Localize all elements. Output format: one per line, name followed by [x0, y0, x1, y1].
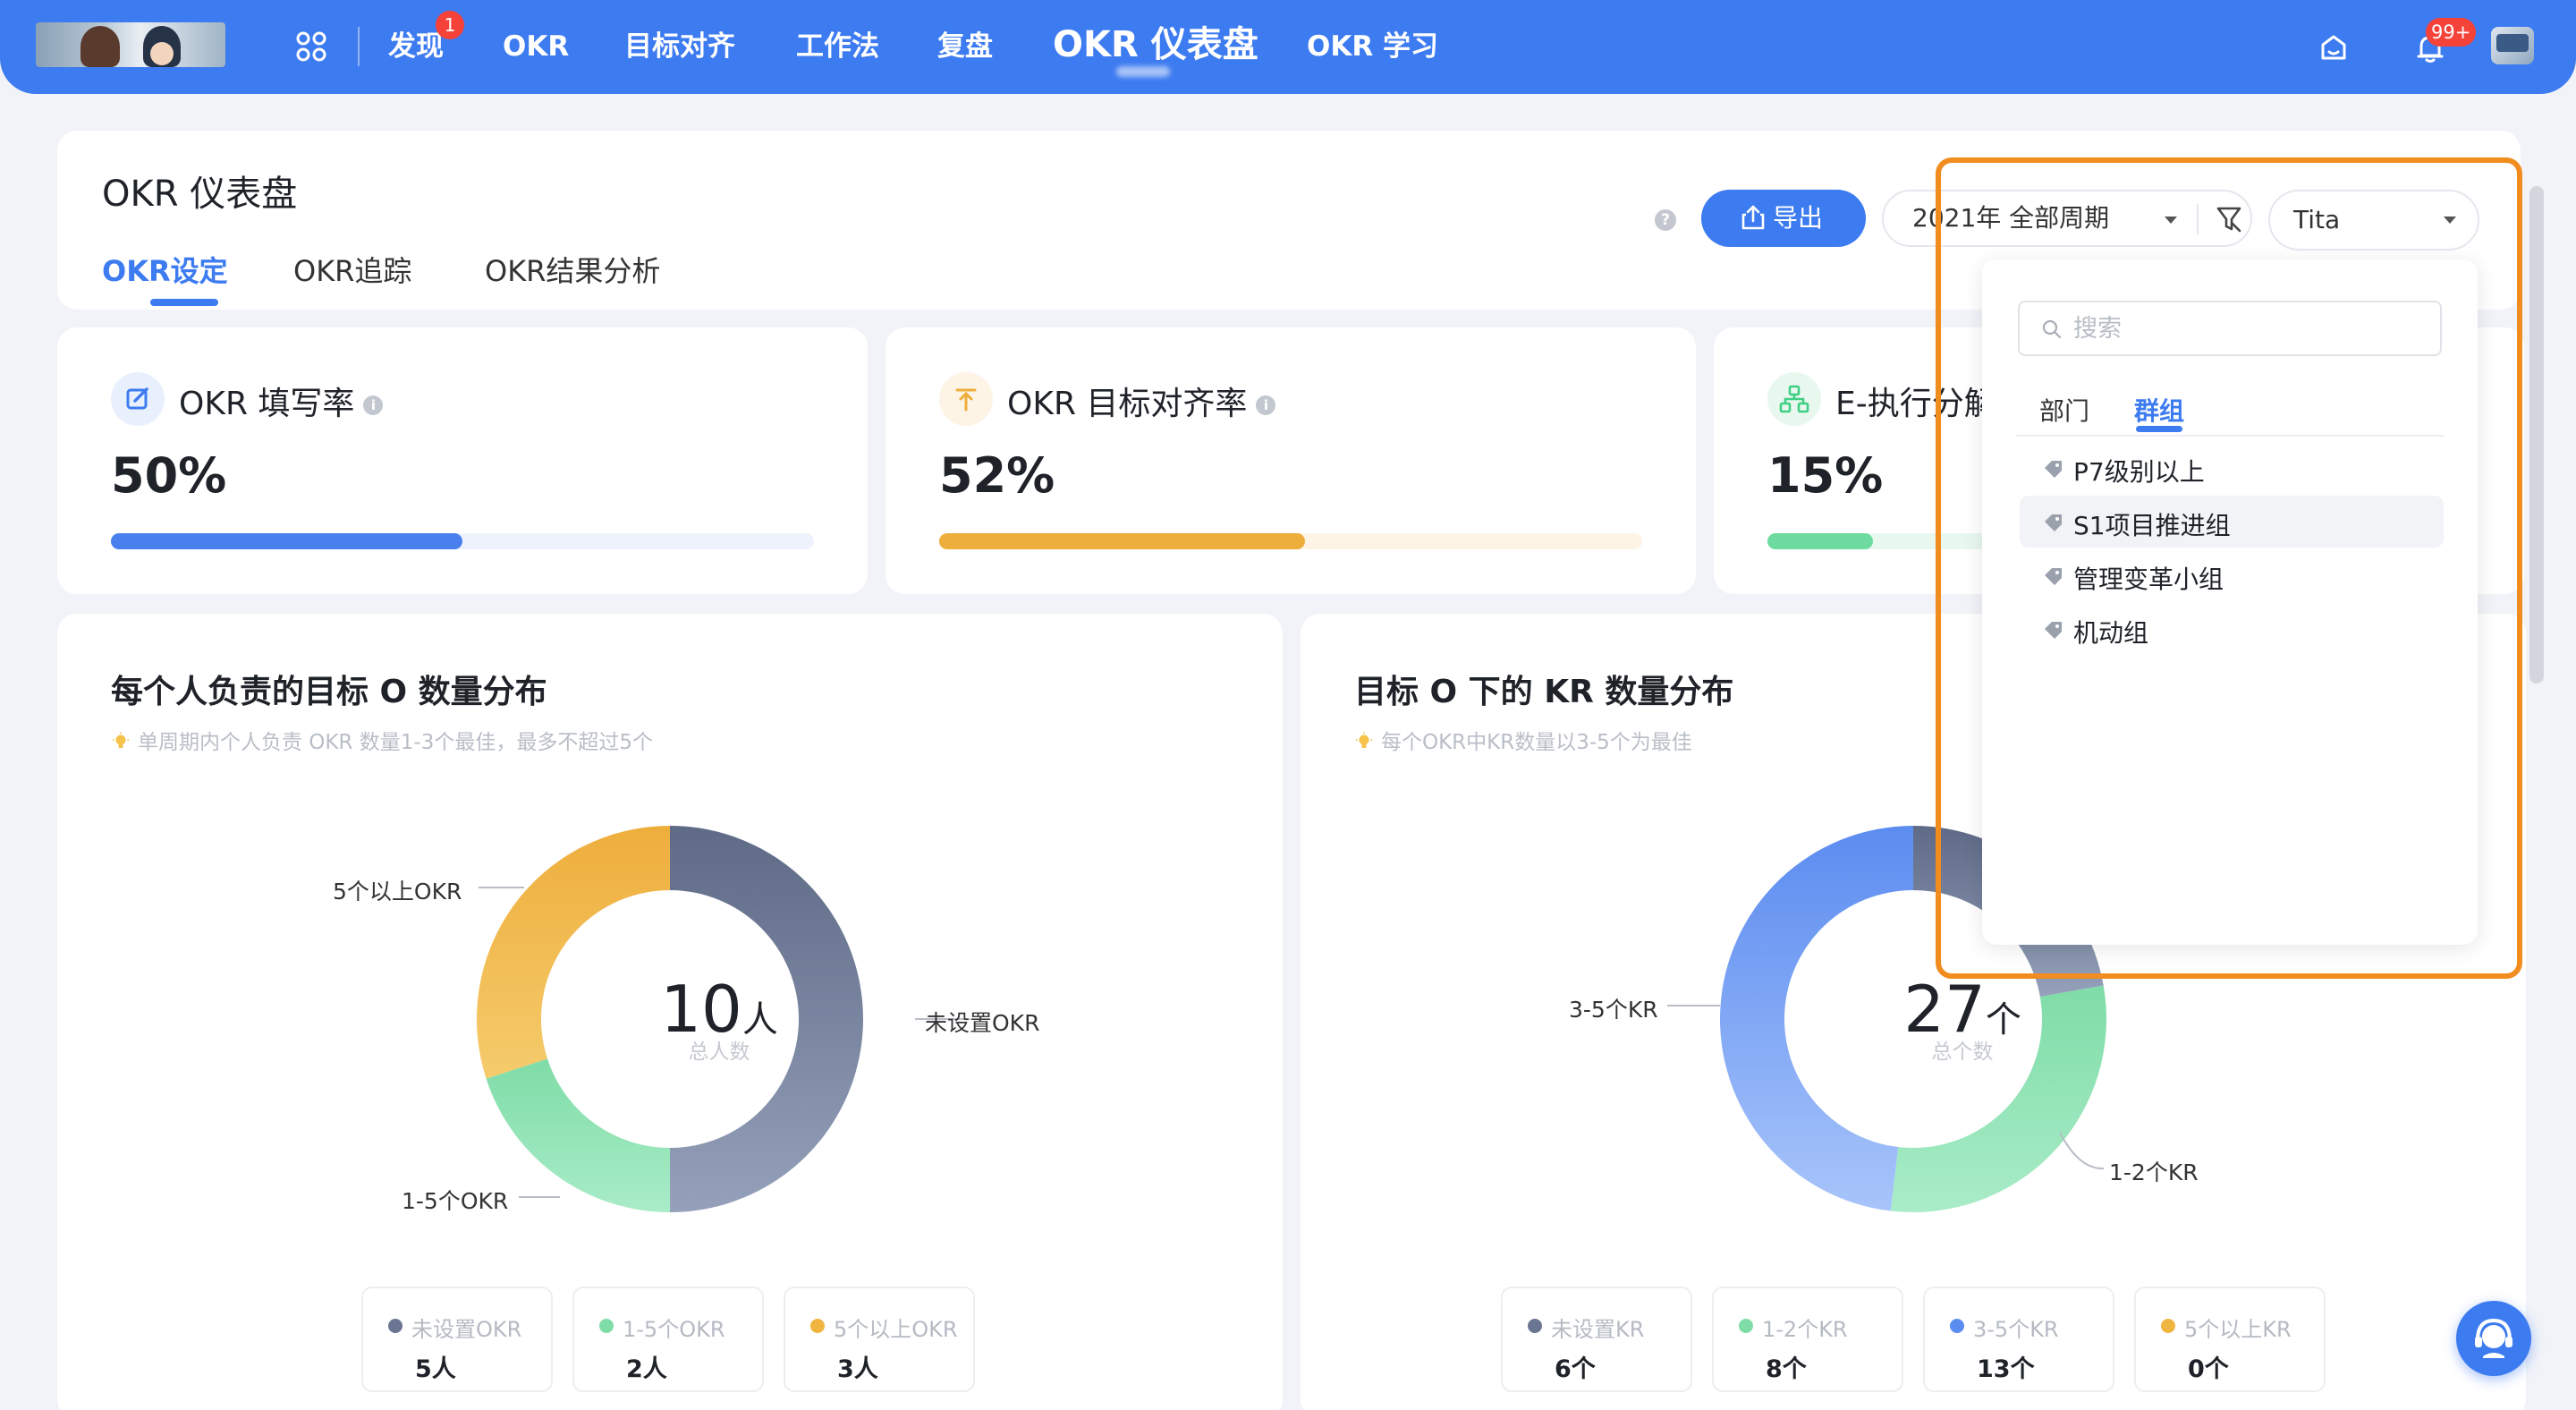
page-title: OKR 仪表盘 [102, 174, 298, 215]
nav-item-discover[interactable]: 发现 [388, 29, 444, 64]
legend-value: 8个 [1766, 1355, 1807, 1383]
page-scrollbar[interactable] [2529, 186, 2544, 684]
nav-item-goal-alignment[interactable]: 目标对齐 [624, 29, 735, 64]
legend-name: 未设置KR [1551, 1317, 1645, 1342]
align-top-icon [939, 372, 993, 426]
stat-value: 52% [939, 447, 1055, 504]
notification-count-badge: 99+ [2426, 18, 2477, 47]
org-tree-icon [1767, 372, 1821, 426]
legend-item[interactable]: 1-5个OKR 2人 [572, 1287, 764, 1392]
nav-active-indicator [1116, 66, 1170, 77]
callout-label: 未设置OKR [925, 1010, 1040, 1036]
discover-badge: 1 [436, 11, 464, 39]
legend-dot [2161, 1319, 2175, 1333]
stat-value: 15% [1767, 447, 1884, 504]
legend-item[interactable]: 未设置KR 6个 [1501, 1287, 1692, 1392]
progress-bar-fill [111, 533, 462, 549]
legend-value: 5人 [415, 1355, 456, 1383]
edit-icon [111, 372, 165, 426]
legend-name: 1-5个OKR [623, 1317, 725, 1342]
info-icon[interactable]: i [1256, 395, 1276, 415]
legend-dot [599, 1319, 614, 1333]
legend-name: 1-2个KR [1762, 1317, 1848, 1342]
user-avatar[interactable] [2491, 27, 2534, 64]
legend-name: 5个以上KR [2184, 1317, 2292, 1342]
legend-dot [1950, 1319, 1964, 1333]
legend-item[interactable]: 1-2个KR 8个 [1712, 1287, 1903, 1392]
progress-bar [939, 533, 1642, 549]
donut-center-label: 总人数 [688, 1041, 750, 1064]
export-icon [1741, 205, 1765, 230]
donut-slice-1[interactable] [486, 1058, 670, 1212]
legend-value: 3人 [837, 1355, 878, 1383]
progress-bar-fill [939, 533, 1305, 549]
nav-item-okr-dashboard[interactable]: OKR 仪表盘 [1053, 23, 1258, 66]
top-nav-bar: 发现 1 OKR 目标对齐 工作法 复盘 OKR 仪表盘 OKR 学习 99+ [0, 0, 2576, 94]
progress-bar [111, 533, 814, 549]
tab-okr-tracking[interactable]: OKR追踪 [293, 249, 411, 290]
stat-title: OKR 目标对齐率 i [1007, 378, 1276, 424]
callout-label: 3-5个KR [1569, 997, 1658, 1023]
export-button-label: 导出 [1773, 203, 1824, 233]
home-icon[interactable] [2318, 32, 2349, 63]
chart-card-objectives-per-person: 每个人负责的目标 O 数量分布 单周期内个人负责 OKR 数量1-3个最佳，最多… [57, 614, 1283, 1410]
legend-value: 13个 [1977, 1355, 2035, 1383]
annotation-highlight-box [1936, 157, 2522, 979]
legend-dot [388, 1319, 402, 1333]
customer-support-button[interactable] [2456, 1301, 2531, 1376]
headset-icon [2475, 1318, 2512, 1358]
stat-title: OKR 填写率 i [179, 378, 384, 424]
legend-name: 未设置OKR [411, 1317, 522, 1342]
legend-name: 5个以上OKR [834, 1317, 958, 1342]
callout-label: 1-5个OKR [402, 1188, 509, 1214]
legend-dot [1739, 1319, 1753, 1333]
nav-item-okr-learning[interactable]: OKR 学习 [1307, 29, 1438, 64]
legend-value: 6个 [1555, 1355, 1596, 1383]
legend-dot [1528, 1319, 1542, 1333]
active-tab-indicator [150, 299, 218, 306]
help-icon[interactable]: ? [1655, 209, 1676, 231]
tab-okr-setting[interactable]: OKR设定 [102, 249, 228, 290]
progress-bar-fill [1767, 533, 1873, 549]
legend-item[interactable]: 5个以上OKR 3人 [784, 1287, 975, 1392]
donut-chart [477, 826, 970, 1212]
nav-item-okr[interactable]: OKR [503, 29, 569, 64]
donut-center-label: 总个数 [1931, 1041, 1994, 1064]
legend-item[interactable]: 未设置OKR 5人 [361, 1287, 553, 1392]
stat-card-okr-alignment-rate: OKR 目标对齐率 i 52% [886, 327, 1696, 594]
legend-item[interactable]: 3-5个KR 13个 [1923, 1287, 2114, 1392]
stat-card-okr-fill-rate: OKR 填写率 i 50% [57, 327, 868, 594]
callout-label: 5个以上OKR [333, 879, 462, 905]
legend-value: 0个 [2188, 1355, 2229, 1383]
nav-item-review[interactable]: 复盘 [937, 29, 993, 64]
info-icon[interactable]: i [363, 395, 384, 415]
company-logo[interactable] [36, 22, 225, 67]
callout-label: 1-2个KR [2109, 1159, 2199, 1185]
legend-name: 3-5个KR [1973, 1317, 2059, 1342]
tab-okr-result-analysis[interactable]: OKR结果分析 [485, 249, 660, 290]
nav-divider [358, 27, 360, 66]
stat-value: 50% [111, 447, 227, 504]
apps-grid-icon[interactable] [295, 30, 327, 63]
legend-item[interactable]: 5个以上KR 0个 [2134, 1287, 2326, 1392]
nav-item-methods[interactable]: 工作法 [796, 29, 879, 64]
legend-dot [810, 1319, 825, 1333]
legend-value: 2人 [626, 1355, 667, 1383]
export-button[interactable]: 导出 [1701, 190, 1866, 247]
